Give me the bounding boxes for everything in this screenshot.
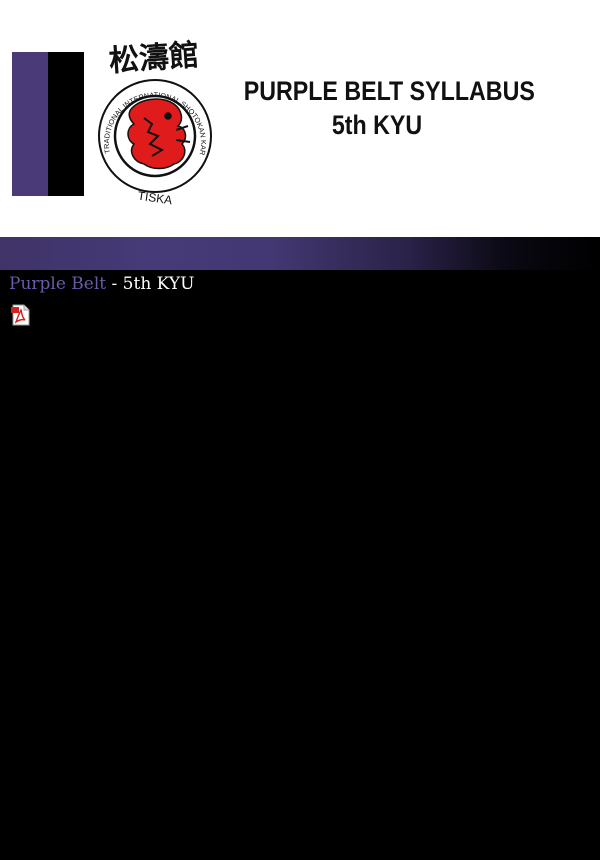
pdf-file-icon[interactable] xyxy=(10,304,32,326)
syllabus-title: PURPLE BELT SYLLABUS 5th KYU xyxy=(222,74,535,142)
title-line-1: PURPLE BELT SYLLABUS xyxy=(243,76,535,106)
kyu-label: - 5th KYU xyxy=(106,274,195,294)
title-line-2: 5th KYU xyxy=(331,110,423,140)
purple-belt-link[interactable]: Purple Belt xyxy=(9,274,106,294)
black-belt-stripe xyxy=(48,52,84,196)
header-gradient-bar xyxy=(0,237,600,270)
page-header: 松濤館 TRADITIONAL INTERNATIONAL SHOTOKAN K… xyxy=(0,0,600,237)
logo-kanji: 松濤館 xyxy=(108,38,200,79)
belt-heading: Purple Belt - 5th KYU xyxy=(9,272,194,296)
purple-belt-stripe xyxy=(12,52,48,196)
tiska-logo: 松濤館 TRADITIONAL INTERNATIONAL SHOTOKAN K… xyxy=(92,28,212,207)
